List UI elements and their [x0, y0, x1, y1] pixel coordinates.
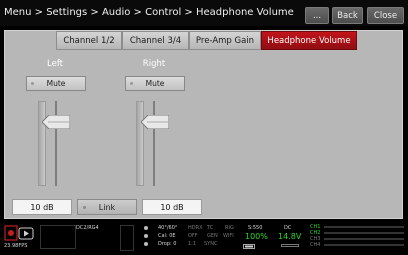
audio-meter	[324, 226, 404, 228]
breadcrumb: Menu > Settings > Audio > Control > Head…	[4, 7, 294, 18]
tab-bar: Channel 1/2 Channel 3/4 Pre-Amp Gain Hea…	[56, 31, 357, 50]
fps-readout: 23.98FPS	[4, 243, 28, 249]
record-icon[interactable]	[4, 225, 38, 242]
media-readout: DC2/RG4	[76, 225, 99, 231]
right-fader-knob[interactable]	[141, 115, 169, 129]
headphone-volume-panel: Channel 1/2 Channel 3/4 Pre-Amp Gain Hea…	[4, 30, 403, 219]
tc-value: GEN	[207, 233, 218, 239]
audio-meter	[324, 232, 404, 234]
rig-label: RIG	[225, 225, 234, 231]
ratio-value: 1:1	[188, 241, 197, 247]
media-icon	[243, 244, 255, 249]
more-button[interactable]: ...	[305, 7, 329, 24]
left-volume-value: 10 dB	[12, 199, 72, 215]
iso-readout: S:550	[248, 225, 263, 231]
tc-label: TC	[207, 225, 214, 231]
preview-thumbnail	[40, 225, 76, 249]
right-fader-background	[136, 101, 144, 186]
left-channel-label: Left	[47, 59, 63, 69]
left-fader-background	[38, 101, 46, 186]
tab-pre-amp-gain[interactable]: Pre-Amp Gain	[189, 31, 261, 50]
status-dot-icon	[144, 234, 148, 238]
left-fader-knob[interactable]	[42, 115, 70, 129]
right-mute-button[interactable]: Mute	[125, 76, 185, 91]
hdrx-value: OFF	[188, 233, 198, 239]
right-channel-label: Right	[142, 59, 166, 69]
channel-label: CH4	[310, 242, 321, 248]
right-mute-label: Mute	[145, 79, 165, 88]
audio-meter	[324, 238, 404, 240]
camera-screen: Menu > Settings > Audio > Control > Head…	[0, 0, 408, 255]
title-bar: Menu > Settings > Audio > Control > Head…	[0, 0, 408, 26]
right-fader-track[interactable]	[153, 101, 155, 186]
right-volume-value: 10 dB	[142, 199, 202, 215]
sync-value: SYNC	[204, 241, 218, 247]
left-mute-label: Mute	[46, 79, 66, 88]
calibration-readout: Cal: 0E	[158, 233, 176, 239]
status-dot-icon	[144, 242, 148, 246]
status-divider	[120, 225, 134, 251]
tab-headphone-volume[interactable]: Headphone Volume	[261, 31, 357, 50]
dropped-frames-readout: Drop: 0	[158, 241, 177, 247]
wifi-label: WIFI	[223, 233, 234, 239]
mute-indicator-icon	[31, 82, 34, 85]
link-indicator-icon	[83, 206, 86, 209]
tab-channel-1-2[interactable]: Channel 1/2	[56, 31, 122, 50]
link-label: Link	[98, 202, 116, 212]
status-dot-icon	[144, 226, 148, 230]
back-button[interactable]: Back	[332, 7, 363, 24]
link-button[interactable]: Link	[77, 199, 137, 215]
battery-icon	[281, 244, 299, 247]
left-mute-button[interactable]: Mute	[26, 76, 86, 91]
left-fader-track[interactable]	[55, 101, 57, 186]
media-percent: 100%	[245, 232, 268, 241]
status-bar: 23.98FPS DC2/RG4 40°/60° Cal: 0E Drop: 0…	[0, 222, 408, 255]
battery-voltage: 14.8V	[278, 232, 302, 241]
hdrx-label: HDRX	[188, 225, 203, 231]
shutter-readout: 40°/60°	[158, 225, 178, 231]
tab-channel-3-4[interactable]: Channel 3/4	[122, 31, 189, 50]
close-button[interactable]: Close	[367, 7, 404, 24]
power-label: DC	[284, 225, 292, 231]
mute-indicator-icon	[130, 82, 133, 85]
audio-meter	[324, 244, 404, 246]
